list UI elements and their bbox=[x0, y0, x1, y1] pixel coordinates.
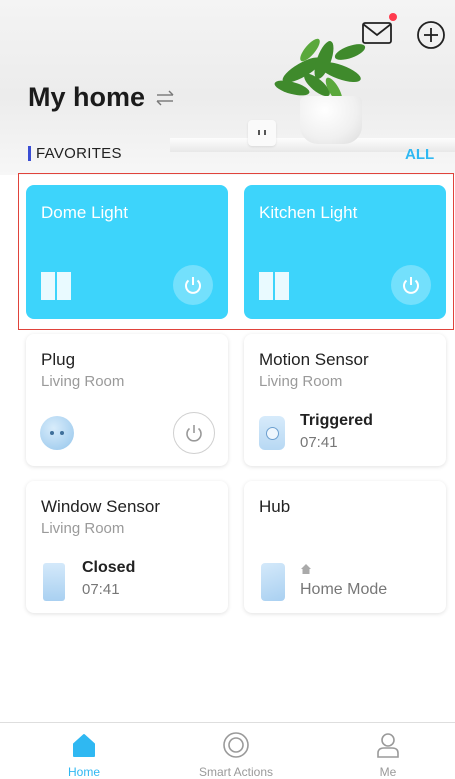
tab-smart-actions[interactable]: Smart Actions bbox=[176, 731, 296, 779]
device-name: Dome Light bbox=[41, 203, 128, 222]
favorites-heading: FAVORITES bbox=[28, 146, 122, 161]
light-switch-icon bbox=[259, 272, 289, 300]
home-switcher[interactable]: My home bbox=[28, 82, 175, 113]
device-room: Living Room bbox=[41, 373, 125, 390]
power-button[interactable] bbox=[173, 412, 215, 454]
device-name: Motion Sensor bbox=[259, 350, 369, 369]
home-screen: My home FAVORITES ALL Dome Light Kitchen… bbox=[0, 0, 455, 779]
device-tile-plug[interactable]: Plug Living Room bbox=[26, 334, 228, 466]
device-name: Window Sensor bbox=[41, 497, 161, 516]
device-tile-dome-light[interactable]: Dome Light bbox=[26, 185, 228, 319]
light-switch-icon bbox=[41, 272, 71, 300]
device-status-time: 07:41 bbox=[82, 581, 120, 598]
device-status-time: 07:41 bbox=[300, 434, 338, 451]
tab-home[interactable]: Home bbox=[24, 731, 144, 779]
device-tile-hub[interactable]: Hub Home Mode bbox=[244, 481, 446, 613]
device-tile-window-sensor[interactable]: Window Sensor Living Room Closed 07:41 bbox=[26, 481, 228, 613]
header-outlet-illustration bbox=[248, 120, 276, 146]
all-devices-link[interactable]: ALL bbox=[405, 146, 434, 163]
power-button[interactable] bbox=[173, 265, 213, 305]
power-button[interactable] bbox=[391, 265, 431, 305]
notification-dot bbox=[389, 13, 397, 21]
power-icon bbox=[185, 277, 201, 294]
device-tile-kitchen-light[interactable]: Kitchen Light bbox=[244, 185, 446, 319]
hub-mode: Home Mode bbox=[300, 581, 388, 598]
page-title: My home bbox=[28, 82, 146, 112]
tab-smart-actions-label: Smart Actions bbox=[198, 765, 274, 779]
tab-me[interactable]: Me bbox=[328, 731, 448, 779]
device-status: Closed bbox=[82, 559, 136, 576]
device-room: Living Room bbox=[41, 520, 125, 537]
person-icon bbox=[377, 733, 399, 758]
device-name: Plug bbox=[41, 350, 76, 369]
device-name: Hub bbox=[259, 497, 291, 516]
device-status: Triggered bbox=[300, 412, 373, 429]
window-sensor-icon bbox=[43, 563, 65, 601]
home-icon bbox=[73, 734, 95, 757]
tab-me-label: Me bbox=[379, 765, 397, 779]
smart-plug-icon bbox=[40, 416, 74, 450]
home-mode-icon bbox=[301, 564, 311, 574]
tab-home-label: Home bbox=[67, 765, 100, 779]
device-tile-motion-sensor[interactable]: Motion Sensor Living Room Triggered 07:4… bbox=[244, 334, 446, 466]
bottom-tab-bar: Home Smart Actions Me bbox=[0, 722, 455, 779]
device-name: Kitchen Light bbox=[259, 203, 358, 222]
device-room: Living Room bbox=[259, 373, 343, 390]
header-banner: My home FAVORITES ALL bbox=[0, 0, 455, 175]
hub-device-icon bbox=[261, 563, 285, 601]
smart-actions-icon bbox=[223, 732, 249, 758]
swap-arrows-icon bbox=[156, 90, 174, 105]
add-device-icon[interactable] bbox=[416, 20, 446, 50]
power-icon bbox=[403, 277, 419, 294]
motion-sensor-icon bbox=[259, 416, 285, 450]
mail-icon[interactable] bbox=[362, 20, 394, 46]
power-icon bbox=[186, 425, 202, 442]
plant-pot-illustration bbox=[300, 96, 362, 144]
